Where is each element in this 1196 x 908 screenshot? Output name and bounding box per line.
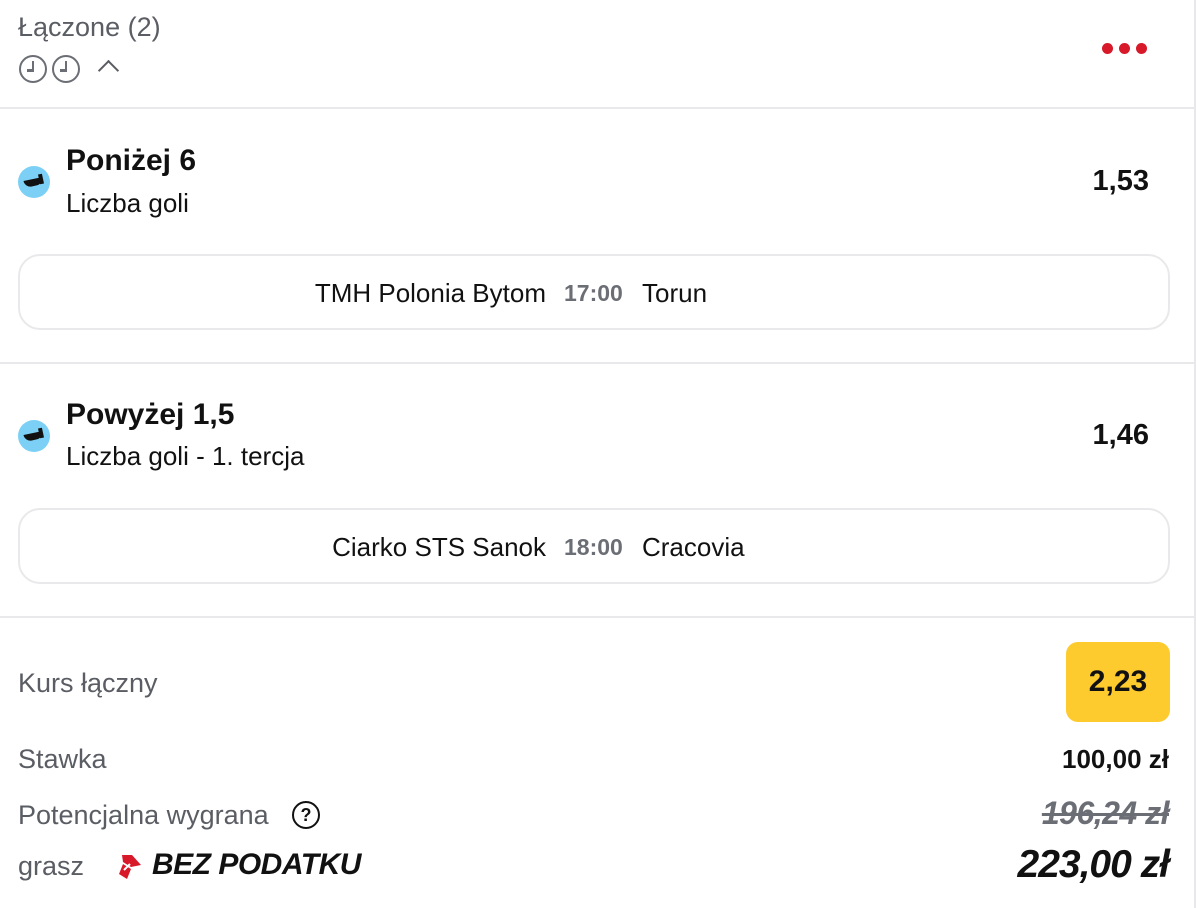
away-team: Torun [642, 278, 708, 308]
hockey-icon [18, 166, 50, 198]
no-tax-brand-text: BEZ PODATKU [152, 848, 361, 881]
bet-slip-card: Łączone (2) Poniżej 6 Liczba goli 1,53 T… [0, 0, 1196, 908]
event-time: 18:00 [564, 534, 623, 560]
stake-label: Stawka [18, 744, 107, 774]
bet-selection: Powyżej 1,5 Liczba goli - 1. tercja 1,46… [0, 364, 1194, 618]
away-team: Cracovia [642, 532, 745, 562]
clock-icon [19, 55, 47, 83]
clock-icon [52, 55, 80, 83]
home-team: Ciarko STS Sanok [332, 532, 546, 562]
event-info[interactable]: TMH Polonia Bytom 17:00 Torun [18, 254, 1170, 330]
grasz-label: grasz [18, 851, 85, 881]
potential-win-label: Potencjalna wygrana [18, 800, 269, 830]
total-odds-badge: 2,23 [1066, 642, 1170, 722]
selection-odd: 1,46 [1092, 419, 1149, 451]
selection-market: Liczba goli [66, 188, 189, 218]
bet-slip-header: Łączone (2) [0, 0, 1194, 109]
selection-odd: 1,53 [1092, 165, 1149, 197]
selection-outcome: Poniżej 6 [66, 144, 197, 177]
more-icon-dot [1119, 42, 1130, 54]
bet-type-title: Łączone (2) [18, 12, 161, 42]
more-icon-dot [1136, 42, 1147, 54]
event-time: 17:00 [564, 280, 623, 306]
bet-selection: Poniżej 6 Liczba goli 1,53 TMH Polonia B… [0, 109, 1194, 364]
no-tax-brand-icon [119, 855, 141, 879]
more-options-button[interactable] [1102, 40, 1150, 56]
more-icon-dot [1102, 42, 1113, 54]
selection-outcome: Powyżej 1,5 [66, 398, 235, 431]
total-odds-label: Kurs łączny [18, 668, 158, 698]
help-icon[interactable]: ? [292, 801, 320, 829]
chevron-up-icon[interactable] [97, 59, 120, 82]
potential-win-value: 223,00 zł [1017, 843, 1170, 886]
stake-value[interactable]: 100,00 zł [1062, 744, 1169, 775]
potential-win-old: 196,24 zł [1041, 795, 1170, 831]
home-team: TMH Polonia Bytom [314, 278, 546, 308]
selection-market: Liczba goli - 1. tercja [66, 441, 305, 471]
bet-summary: Kurs łączny 2,23 Stawka 100,00 zł Potenc… [0, 618, 1194, 908]
event-info[interactable]: Ciarko STS Sanok 18:00 Cracovia [18, 508, 1170, 584]
hockey-icon [18, 420, 50, 452]
